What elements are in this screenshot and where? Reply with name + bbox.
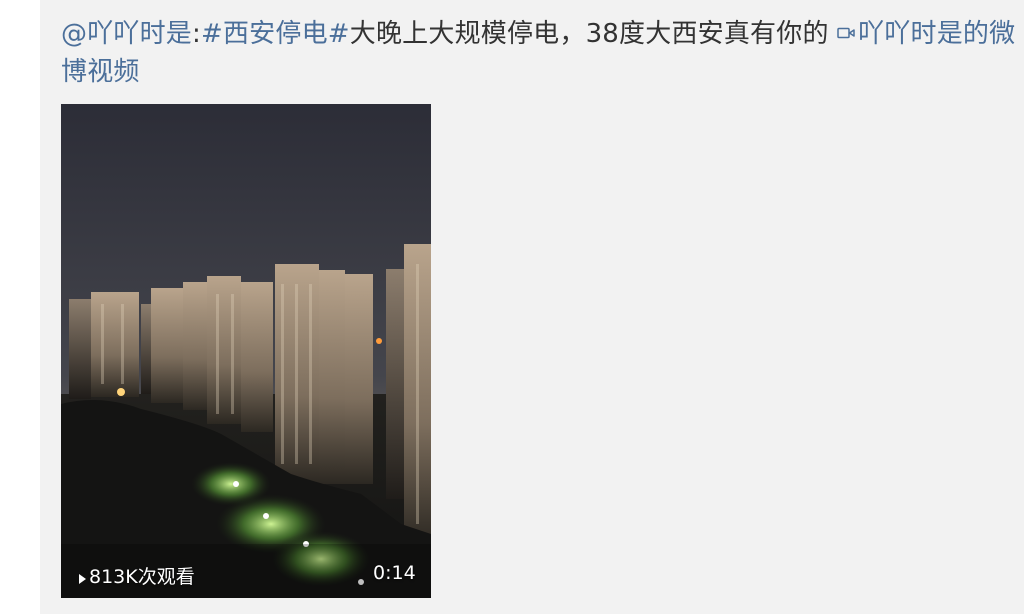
video-duration: 0:14 (373, 562, 416, 584)
video-thumbnail[interactable] (61, 104, 431, 598)
weibo-post-card: @吖吖时是:#西安停电#大晚上大规模停电，38度大西安真有你的 吖吖时是的微博视… (40, 0, 1024, 614)
mention-link[interactable]: @吖吖时是 (61, 19, 192, 49)
post-text: @吖吖时是:#西安停电#大晚上大规模停电，38度大西安真有你的 吖吖时是的微博视… (61, 12, 1016, 91)
play-icon (78, 569, 87, 584)
left-margin (0, 0, 40, 614)
view-count: 813K次观看 (78, 562, 195, 589)
view-count-text: 813K次观看 (89, 566, 195, 588)
post-body-text: 大晚上大规模停电，38度大西安真有你的 (349, 19, 829, 49)
video-camera-icon (837, 12, 855, 39)
hashtag-link[interactable]: #西安停电# (201, 19, 350, 49)
mention-colon: : (192, 19, 201, 49)
night-city-image (61, 104, 431, 598)
